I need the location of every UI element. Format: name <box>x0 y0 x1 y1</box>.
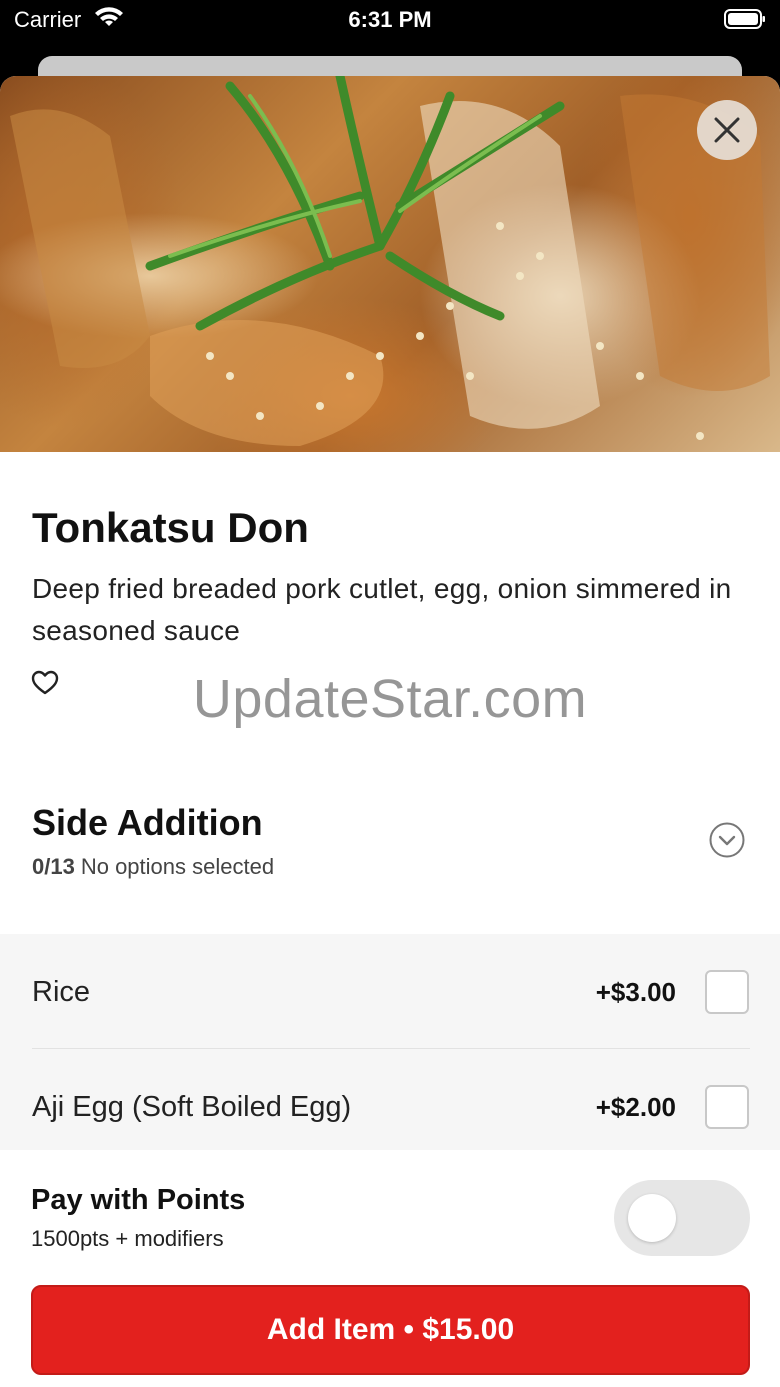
pay-with-points-toggle[interactable] <box>614 1180 750 1256</box>
status-time: 6:31 PM <box>348 7 432 32</box>
selection-status: No options selected <box>80 854 275 879</box>
option-name: Rice <box>32 976 91 1008</box>
item-title: Tonkatsu Don <box>32 504 309 551</box>
item-description: Deep fried breaded pork cutlet, egg, oni… <box>32 573 732 646</box>
status-bar: Carrier 6:31 PM <box>0 0 780 40</box>
section-subtitle: 0/13 No options selected <box>32 854 274 880</box>
bottom-bar: Pay with Points 1500pts + modifiers Add … <box>0 1150 780 1387</box>
food-photo <box>0 76 780 452</box>
food-photo-illustration <box>10 76 770 446</box>
option-checkbox[interactable] <box>705 1085 749 1129</box>
close-icon <box>714 117 740 143</box>
option-name: Aji Egg (Soft Boiled Egg) <box>32 1091 352 1123</box>
watermark: UpdateStar.com <box>192 669 588 729</box>
chevron-down-icon[interactable] <box>709 822 745 858</box>
battery-icon <box>724 9 765 29</box>
option-checkbox[interactable] <box>705 970 749 1014</box>
item-detail-sheet: Tonkatsu Don Deep fried breaded pork cut… <box>0 76 780 1387</box>
toggle-knob <box>628 1194 676 1242</box>
option-price: +$3.00 <box>595 977 676 1007</box>
option-price: +$2.00 <box>595 1092 676 1122</box>
close-button[interactable] <box>697 100 757 160</box>
section-title: Side Addition <box>32 802 263 843</box>
option-row[interactable]: Rice +$3.00 <box>0 934 780 1049</box>
option-row[interactable]: Aji Egg (Soft Boiled Egg) +$2.00 <box>0 1049 780 1163</box>
add-item-button[interactable]: Add Item • $15.00 <box>31 1285 750 1375</box>
options-list: Rice +$3.00 Aji Egg (Soft Boiled Egg) +$… <box>0 934 780 1164</box>
pay-with-points-label: Pay with Points <box>31 1184 246 1216</box>
points-subtitle: 1500pts + modifiers <box>31 1226 224 1251</box>
selection-count: 0/13 <box>32 854 75 879</box>
